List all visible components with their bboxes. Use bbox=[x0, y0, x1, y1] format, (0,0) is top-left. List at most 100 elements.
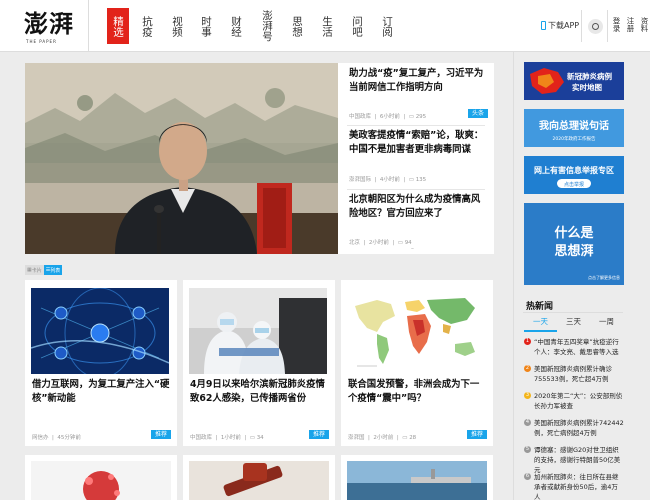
thought-sub: 点击了解更多信息 bbox=[588, 274, 620, 280]
hero-news-meta: 中国政库 | 6小时前 | ▭ 295 bbox=[349, 114, 427, 120]
nav-item-subscribe[interactable]: 订阅 bbox=[376, 8, 398, 44]
hero-news-meta: 北京 | 2小时前 | ▭ 94 bbox=[349, 240, 412, 246]
hot-news-item[interactable]: 1 “中国青年五四奖章”抗疫逆行个人：李文亮、戴思睿等入选 bbox=[524, 337, 624, 357]
hot-tab-week[interactable]: 一周 bbox=[590, 315, 623, 329]
virus-image bbox=[25, 455, 177, 500]
hot-news-item[interactable]: 4 美国新冠肺炎病例累计742442例，死亡病例超4万例 bbox=[524, 418, 624, 438]
hero-news-item[interactable]: 助力战“疫”复工复产，习近平为当前网信工作指明方向 bbox=[338, 67, 494, 95]
thought-line2: 思想湃 bbox=[554, 243, 593, 259]
report-button-label: 点击举报 bbox=[564, 181, 584, 188]
news-card-title[interactable]: 借力互联网，为复工复产注入“硬核”新动能 bbox=[32, 378, 172, 406]
covid-map-banner[interactable]: 新冠肺炎病例 实时地图 bbox=[524, 62, 624, 100]
premier-message-graphic: 我向总理说句话 2020年政府工作报告 bbox=[524, 109, 624, 147]
chevron-down-icon[interactable]: ˇ bbox=[410, 248, 415, 255]
thought-banner[interactable]: 什么是 思想湃 点击了解更多信息 bbox=[524, 203, 624, 285]
hot-tab-day[interactable]: 一天 bbox=[524, 315, 557, 329]
hero-news-item[interactable]: 北京朝阳区为什么成为疫情高风险地区？官方回应来了 bbox=[338, 193, 494, 221]
news-time: 1小时前 bbox=[220, 435, 241, 441]
comment-count: 135 bbox=[415, 177, 427, 183]
news-card-image[interactable] bbox=[189, 288, 327, 374]
news-card-title[interactable]: 联合国发预警，非洲会成为下一个疫情“震中”吗？ bbox=[348, 378, 488, 406]
harbor-image bbox=[341, 455, 493, 500]
hot-news-text[interactable]: 谭德塞：感谢G20对世卫组织的支持，感谢行特朗普50亿美元 bbox=[524, 445, 624, 475]
news-card[interactable] bbox=[183, 455, 335, 500]
card-view-label: 卡片 bbox=[31, 267, 42, 274]
hero-news-title[interactable]: 助力战“疫”复工复产，习近平为当前网信工作指明方向 bbox=[349, 67, 486, 95]
profile-link[interactable]: 资料 bbox=[638, 17, 649, 32]
hot-news-item[interactable]: 2 美国新冠肺炎病例累计确诊755533例，死亡超4万例 bbox=[524, 364, 624, 384]
news-card-meta: 网信办 | 45分钟前 bbox=[32, 435, 81, 441]
news-source[interactable]: 澎湃国际 bbox=[349, 177, 371, 183]
recommend-tag: 推荐 bbox=[150, 430, 171, 439]
nav-item-life[interactable]: 生活 bbox=[316, 8, 338, 44]
list-view-button[interactable]: ☰ 列表 bbox=[43, 265, 63, 275]
nav-item-video[interactable]: 视频 bbox=[166, 8, 188, 44]
thought-graphic: 什么是 思想湃 点击了解更多信息 bbox=[524, 203, 624, 285]
premier-message-text: 我向总理说句话 bbox=[539, 119, 609, 132]
news-card-image[interactable] bbox=[347, 288, 485, 374]
hot-news-text[interactable]: 2020年第二“大”：公安部刑侦长孙力军被查 bbox=[524, 391, 624, 411]
news-source[interactable]: 网信办 bbox=[32, 435, 49, 441]
hero-news-list: 助力战“疫”复工复产，习近平为当前网信工作指明方向 中国政库 | 6小时前 | … bbox=[338, 63, 494, 254]
register-link[interactable]: 注册 bbox=[624, 17, 635, 32]
network-illustration bbox=[31, 288, 169, 374]
news-card[interactable] bbox=[341, 455, 493, 500]
nav-item-finance[interactable]: 财经 bbox=[225, 8, 247, 44]
hero-news-item[interactable]: 美政客提疫情“索赔”论，耿爽：中国不是加害者更非病毒同谋 bbox=[338, 129, 494, 157]
hot-news-item[interactable]: 3 2020年第二“大”：公安部刑侦长孙力军被查 bbox=[524, 391, 624, 411]
hero-news-title[interactable]: 美政客提疫情“索赔”论，耿爽：中国不是加害者更非病毒同谋 bbox=[349, 129, 486, 157]
hero-news-meta: 澎湃国际 | 4小时前 | ▭ 135 bbox=[349, 177, 427, 183]
hero-news-title[interactable]: 北京朝阳区为什么成为疫情高风险地区？官方回应来了 bbox=[349, 193, 486, 221]
news-card[interactable]: 借力互联网，为复工复产注入“硬核”新动能 网信办 | 45分钟前 推荐 bbox=[25, 280, 177, 446]
news-source[interactable]: 北京 bbox=[349, 240, 360, 246]
medical-staff-photo bbox=[189, 288, 327, 374]
comment-icon: ▭ bbox=[249, 435, 255, 441]
site-logo[interactable]: 澎湃 THE PAPER bbox=[24, 9, 76, 45]
covid-map-line1: 新冠肺炎病例 bbox=[567, 71, 612, 81]
login-link[interactable]: 登录 bbox=[610, 17, 621, 32]
report-harmful-info-banner[interactable]: 网上有害信息举报专区 点击举报 bbox=[524, 156, 624, 194]
comment-icon: ▭ bbox=[408, 114, 414, 120]
rank-badge: 5 bbox=[524, 446, 531, 453]
nav-item-featured[interactable]: 精选 bbox=[107, 8, 129, 44]
news-card[interactable] bbox=[25, 455, 177, 500]
comment-count: 28 bbox=[409, 435, 417, 441]
covid-map-line2: 实时地图 bbox=[572, 82, 602, 92]
hot-news-item[interactable]: 5 谭德塞：感谢G20对世卫组织的支持，感谢行特朗普50亿美元 bbox=[524, 445, 624, 475]
nav-item-ask[interactable]: 问吧 bbox=[346, 8, 368, 44]
news-source[interactable]: 中国政库 bbox=[190, 435, 212, 441]
hot-tab-three-days[interactable]: 三天 bbox=[557, 315, 590, 329]
news-card[interactable]: 联合国发预警，非洲会成为下一个疫情“震中”吗？ 澎湃国 | 2小时前 | ▭ 2… bbox=[341, 280, 493, 446]
list-divider bbox=[347, 189, 485, 190]
gavel-image bbox=[183, 455, 335, 500]
news-card-image[interactable] bbox=[31, 288, 169, 374]
news-time: 4小时前 bbox=[379, 177, 400, 183]
hot-news-text[interactable]: 美国新冠肺炎病例累计确诊755533例，死亡超4万例 bbox=[524, 364, 624, 384]
nav-item-fight-epidemic[interactable]: 抗疫 bbox=[136, 8, 158, 44]
hot-news-text[interactable]: “中国青年五四奖章”抗疫逆行个人：李文亮、戴思睿等入选 bbox=[524, 337, 624, 357]
rank-badge: 4 bbox=[524, 419, 531, 426]
rank-badge: 3 bbox=[524, 392, 531, 399]
phone-icon bbox=[541, 21, 546, 30]
download-app-link[interactable]: 下载APP bbox=[541, 20, 579, 31]
card-view-button[interactable]: ▦ 卡片 bbox=[25, 265, 44, 275]
rank-badge: 2 bbox=[524, 365, 531, 372]
news-card[interactable]: 4月9日以来哈尔滨新冠肺炎疫情致62人感染，已传播两省份 中国政库 | 1小时前… bbox=[183, 280, 335, 446]
nav-item-current-affairs[interactable]: 时事 bbox=[195, 8, 217, 44]
nav-item-pengpai-hao[interactable]: 澎湃号 bbox=[256, 8, 278, 44]
active-tab-underline bbox=[524, 330, 557, 332]
hot-news-text[interactable]: 加州新冠肺炎：往日所在县继承者或献新身份50后，逾4万人 bbox=[524, 472, 624, 500]
search-icon[interactable] bbox=[588, 19, 603, 34]
comment-icon: ▭ bbox=[402, 435, 408, 441]
comment-count: 295 bbox=[415, 114, 427, 120]
nav-item-thought[interactable]: 思想 bbox=[286, 8, 308, 44]
hot-news-item[interactable]: 6 加州新冠肺炎：往日所在县继承者或献新身份50后，逾4万人 bbox=[524, 472, 624, 500]
comment-count: 94 bbox=[404, 240, 412, 246]
news-source[interactable]: 中国政库 bbox=[349, 114, 371, 120]
news-card-title[interactable]: 4月9日以来哈尔滨新冠肺炎疫情致62人感染，已传播两省份 bbox=[190, 378, 330, 406]
news-source[interactable]: 澎湃国 bbox=[348, 435, 365, 441]
hero-image[interactable] bbox=[25, 63, 338, 254]
premier-message-banner[interactable]: 我向总理说句话 2020年政府工作报告 bbox=[524, 109, 624, 147]
list-view-label: 列表 bbox=[50, 267, 61, 274]
hot-news-text[interactable]: 美国新冠肺炎病例累计742442例，死亡病例超4万例 bbox=[524, 418, 624, 438]
